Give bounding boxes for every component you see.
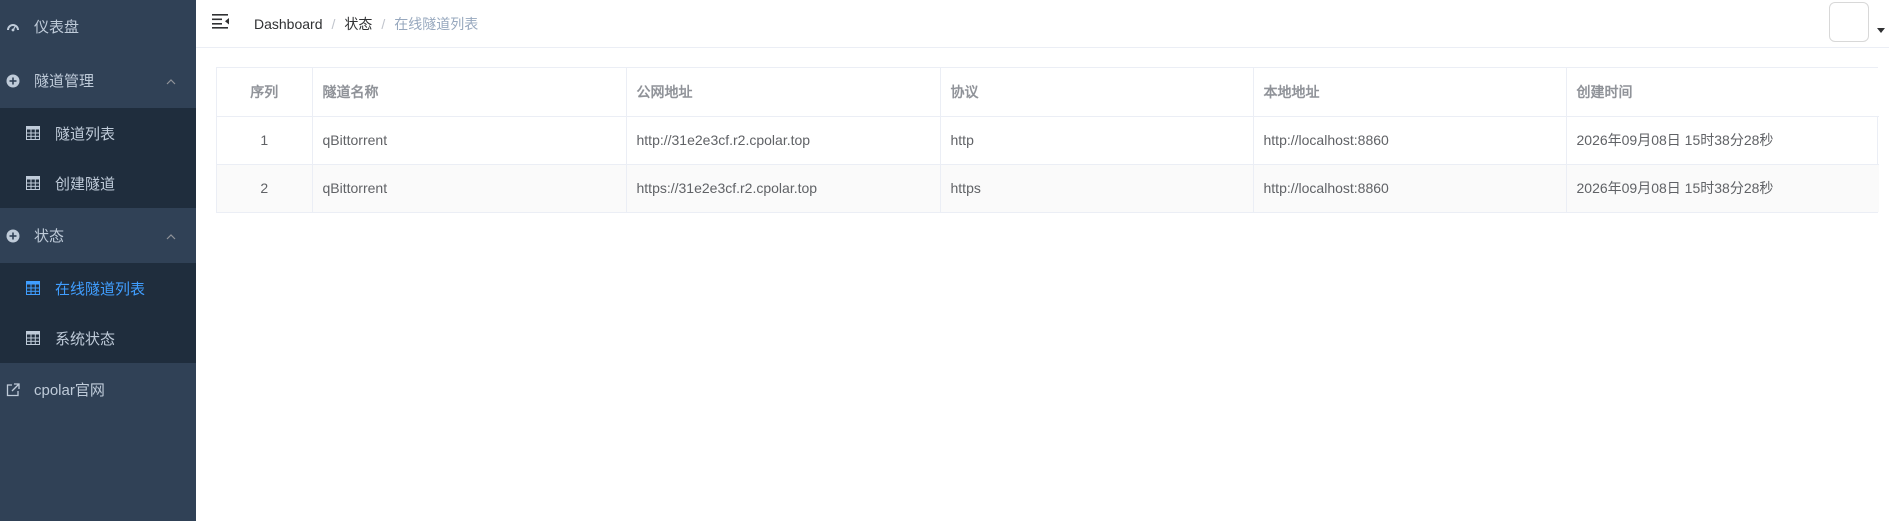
cell-index: 1	[217, 116, 313, 165]
column-header-tunnel-name: 隧道名称	[312, 68, 627, 117]
dashboard-icon	[6, 20, 28, 34]
sidebar: 仪表盘 隧道管理 隧道列表 创建隧道 状态 在线隧道列表 系统状态 cpolar…	[0, 0, 196, 521]
column-header-protocol: 协议	[940, 68, 1254, 117]
sidebar-item-create-tunnel-label: 创建隧道	[55, 175, 116, 193]
table-row[interactable]: 1 qBittorrent http://31e2e3cf.r2.cpolar.…	[217, 116, 1879, 165]
submenu-status-list: 在线隧道列表 系统状态	[0, 263, 196, 363]
cell-local-address: http://localhost:8860	[1253, 164, 1567, 212]
online-tunnels-table: 序列 隧道名称 公网地址 协议 本地地址 创建时间 1 qBittorrent …	[216, 67, 1879, 213]
cell-created-time: 2026年09月08日 15时38分28秒	[1566, 116, 1879, 165]
sidebar-item-create-tunnel[interactable]: 创建隧道	[0, 158, 196, 208]
sidebar-item-cpolar-website-label: cpolar官网	[34, 382, 105, 399]
submenu-status-label: 状态	[34, 228, 65, 245]
avatar[interactable]	[1829, 2, 1869, 42]
sidebar-item-system-status[interactable]: 系统状态	[0, 313, 196, 363]
sidebar-item-dashboard-label: 仪表盘	[34, 19, 80, 36]
grid-table-icon	[26, 176, 46, 190]
sidebar-item-online-tunnels[interactable]: 在线隧道列表	[0, 263, 196, 313]
breadcrumb-dashboard[interactable]: Dashboard	[254, 16, 323, 32]
circle-plus-icon	[6, 229, 28, 243]
app: 仪表盘 隧道管理 隧道列表 创建隧道 状态 在线隧道列表 系统状态 cpolar…	[0, 0, 1889, 521]
column-header-public-url: 公网地址	[626, 68, 941, 117]
table-header-row: 序列 隧道名称 公网地址 协议 本地地址 创建时间	[217, 68, 1879, 117]
cell-public-url: https://31e2e3cf.r2.cpolar.top	[626, 164, 941, 212]
column-header-index: 序列	[217, 68, 313, 117]
grid-table-icon	[26, 126, 46, 140]
cell-tunnel-name: qBittorrent	[312, 116, 627, 165]
breadcrumb-status[interactable]: 状态	[344, 14, 372, 34]
submenu-tunnel-management-label: 隧道管理	[34, 73, 95, 90]
cell-public-url: http://31e2e3cf.r2.cpolar.top	[626, 116, 941, 165]
cell-protocol: https	[940, 164, 1254, 212]
sidebar-item-dashboard[interactable]: 仪表盘	[0, 0, 196, 53]
sidebar-item-cpolar-website[interactable]: cpolar官网	[0, 363, 196, 416]
breadcrumb-separator: /	[381, 16, 386, 32]
external-link-icon	[6, 382, 28, 397]
grid-table-icon	[26, 331, 46, 345]
chevron-up-icon	[166, 74, 176, 88]
breadcrumb-separator: /	[331, 16, 336, 32]
cell-protocol: http	[940, 116, 1254, 165]
submenu-tunnel-management[interactable]: 隧道管理	[0, 53, 196, 108]
caret-down-icon[interactable]	[1877, 28, 1885, 33]
cell-created-time: 2026年09月08日 15时38分28秒	[1566, 164, 1879, 212]
sidebar-item-tunnel-list[interactable]: 隧道列表	[0, 108, 196, 158]
chevron-up-icon	[166, 229, 176, 243]
submenu-tunnel-management-list: 隧道列表 创建隧道	[0, 108, 196, 208]
table-row[interactable]: 2 qBittorrent https://31e2e3cf.r2.cpolar…	[217, 164, 1879, 212]
sidebar-item-tunnel-list-label: 隧道列表	[55, 125, 116, 143]
circle-plus-icon	[6, 74, 28, 88]
cell-local-address: http://localhost:8860	[1253, 116, 1567, 165]
grid-table-icon	[26, 281, 46, 295]
cell-tunnel-name: qBittorrent	[312, 164, 627, 212]
sidebar-item-system-status-label: 系统状态	[55, 330, 116, 348]
hamburger-icon[interactable]	[212, 13, 232, 31]
navbar: Dashboard / 状态 / 在线隧道列表	[196, 0, 1889, 48]
submenu-status[interactable]: 状态	[0, 208, 196, 263]
column-header-local-address: 本地地址	[1253, 68, 1567, 117]
breadcrumb-current: 在线隧道列表	[394, 16, 479, 32]
sidebar-item-online-tunnels-label: 在线隧道列表	[55, 280, 146, 298]
column-header-created-time: 创建时间	[1566, 68, 1879, 117]
cell-index: 2	[217, 164, 313, 212]
breadcrumb: Dashboard / 状态 / 在线隧道列表	[254, 14, 478, 34]
